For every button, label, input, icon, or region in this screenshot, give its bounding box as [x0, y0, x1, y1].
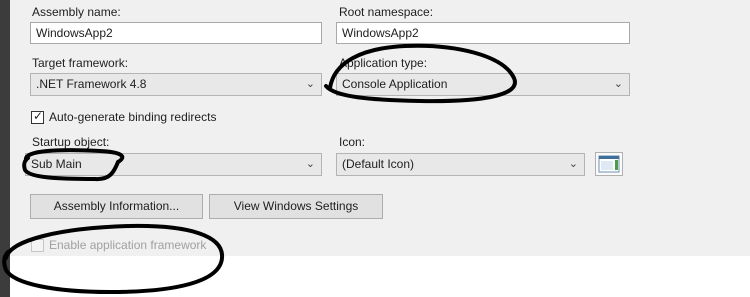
startup-object-label: Startup object:	[32, 135, 110, 149]
target-framework-dropdown[interactable]: .NET Framework 4.8 ⌄	[30, 73, 322, 96]
target-framework-value: .NET Framework 4.8	[36, 77, 147, 91]
application-type-value: Console Application	[342, 77, 448, 91]
icon-value: (Default Icon)	[342, 157, 415, 171]
icon-label: Icon:	[339, 135, 366, 149]
chevron-down-icon: ⌄	[305, 78, 315, 90]
root-namespace-label: Root namespace:	[339, 5, 434, 19]
auto-generate-label: Auto-generate binding redirects	[49, 110, 217, 124]
target-framework-label: Target framework:	[32, 56, 129, 70]
icon-dropdown[interactable]: (Default Icon) ⌄	[336, 153, 585, 176]
application-type-label: Application type:	[339, 56, 428, 70]
application-icon	[595, 152, 623, 176]
chevron-down-icon: ⌄	[568, 158, 578, 170]
enable-application-framework-checkbox[interactable]	[31, 239, 44, 252]
auto-generate-checkbox[interactable]: ✓	[31, 109, 44, 124]
enable-application-framework-label: Enable application framework	[49, 238, 207, 252]
assembly-name-label: Assembly name:	[32, 5, 121, 19]
assembly-name-input[interactable]: WindowsApp2	[30, 22, 322, 44]
left-border	[0, 0, 10, 297]
startup-object-value: Sub Main	[31, 157, 82, 171]
checkmark-icon: ✓	[33, 109, 44, 123]
root-namespace-input[interactable]: WindowsApp2	[336, 22, 630, 44]
chevron-down-icon: ⌄	[305, 158, 315, 170]
view-windows-settings-button[interactable]: View Windows Settings	[209, 194, 383, 219]
chevron-down-icon: ⌄	[613, 78, 623, 90]
startup-object-dropdown[interactable]: Sub Main ⌄	[25, 153, 322, 176]
assembly-information-button[interactable]: Assembly Information...	[30, 194, 203, 219]
application-type-dropdown[interactable]: Console Application ⌄	[336, 73, 630, 96]
